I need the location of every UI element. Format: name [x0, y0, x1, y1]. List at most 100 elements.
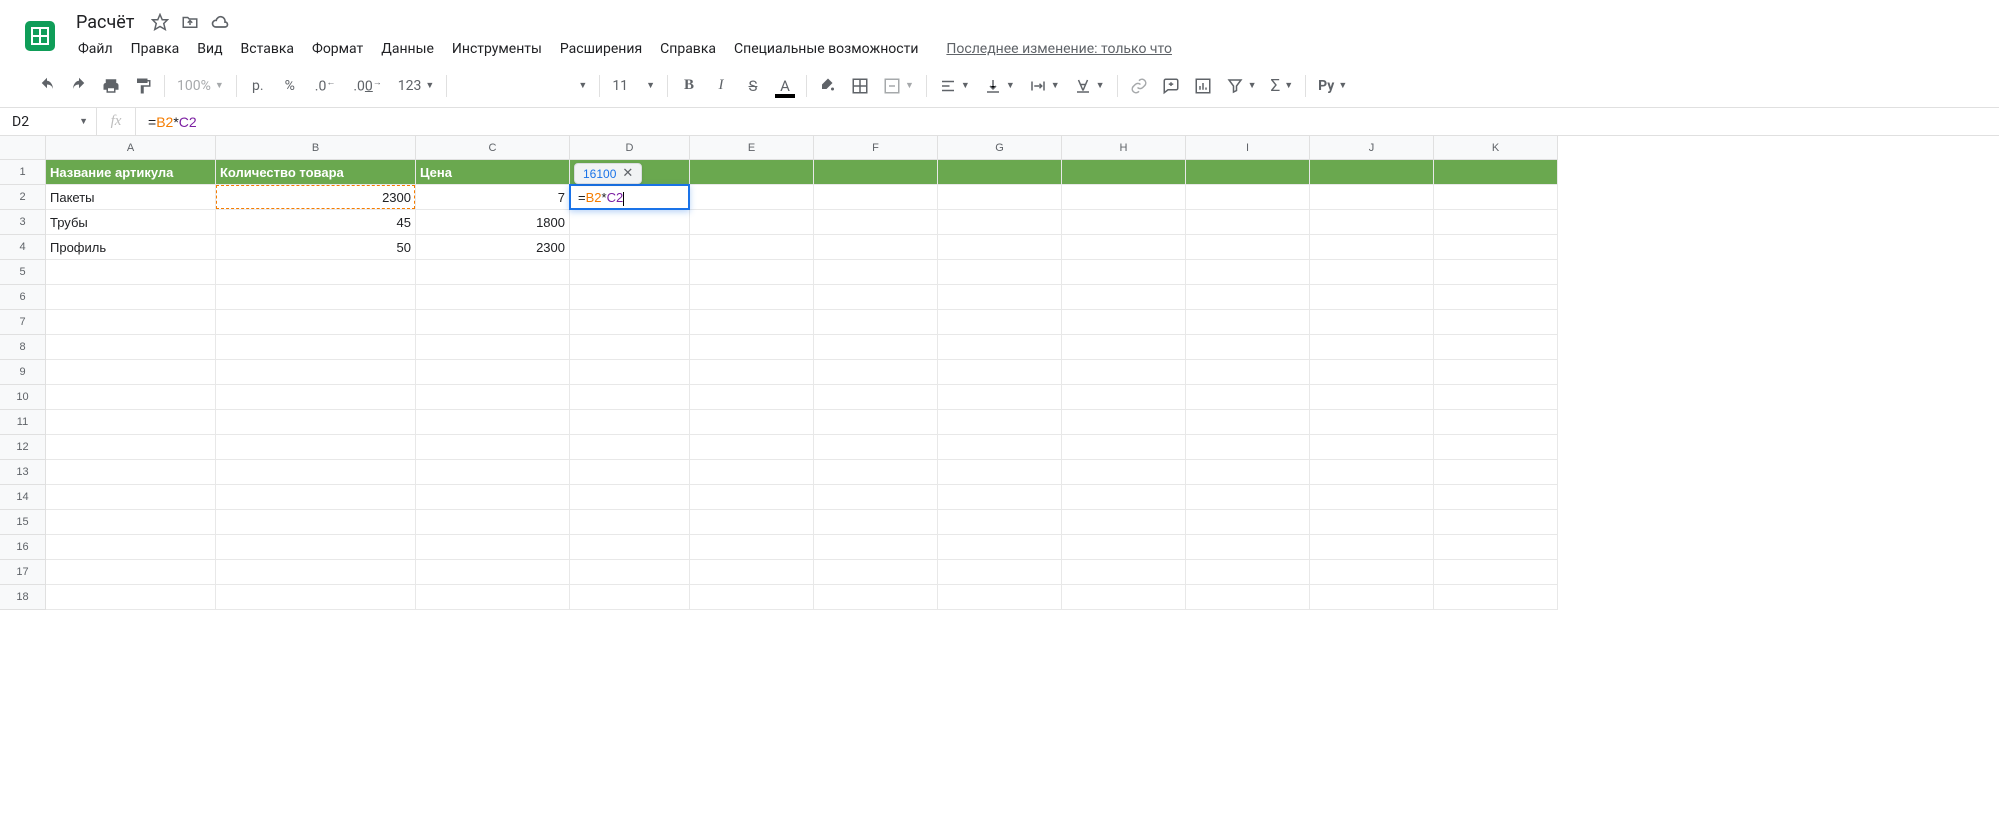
cell[interactable]	[1062, 335, 1186, 360]
cell[interactable]	[1310, 585, 1434, 610]
cell[interactable]	[1310, 160, 1434, 185]
insert-link-button[interactable]	[1124, 71, 1154, 101]
cell[interactable]	[570, 435, 690, 460]
cell[interactable]	[416, 260, 570, 285]
cell[interactable]	[1310, 235, 1434, 260]
cell[interactable]	[216, 435, 416, 460]
cell[interactable]: Название артикула	[46, 160, 216, 185]
text-rotation-dropdown[interactable]: ▼	[1068, 71, 1111, 101]
cell[interactable]	[1062, 510, 1186, 535]
cell[interactable]	[938, 235, 1062, 260]
currency-button[interactable]: р.	[243, 71, 273, 101]
cell[interactable]	[216, 510, 416, 535]
menu-edit[interactable]: Правка	[123, 37, 188, 61]
cell[interactable]	[1186, 335, 1310, 360]
row-header[interactable]: 1	[0, 160, 46, 185]
cell[interactable]	[216, 585, 416, 610]
cell[interactable]	[1062, 260, 1186, 285]
horizontal-align-dropdown[interactable]: ▼	[933, 71, 976, 101]
cell[interactable]	[1434, 210, 1558, 235]
cell[interactable]	[1186, 185, 1310, 210]
cell[interactable]	[216, 260, 416, 285]
cell[interactable]	[1062, 185, 1186, 210]
insert-comment-button[interactable]	[1156, 71, 1186, 101]
cell[interactable]	[216, 385, 416, 410]
decrease-decimal-button[interactable]: .0←	[307, 71, 344, 101]
cell[interactable]: Количество товара	[216, 160, 416, 185]
cell[interactable]	[46, 585, 216, 610]
spreadsheet-grid[interactable]: ABCDEFGHIJK1Название артикулаКоличество …	[0, 136, 1999, 610]
cell[interactable]	[1434, 435, 1558, 460]
cell[interactable]	[1434, 410, 1558, 435]
cell[interactable]	[1434, 285, 1558, 310]
text-color-button[interactable]: A	[770, 71, 800, 101]
insert-chart-button[interactable]	[1188, 71, 1218, 101]
cell[interactable]	[1310, 560, 1434, 585]
menu-help[interactable]: Справка	[652, 37, 724, 61]
column-header[interactable]: H	[1062, 136, 1186, 160]
cell[interactable]	[690, 560, 814, 585]
cell[interactable]	[938, 185, 1062, 210]
cell[interactable]	[814, 535, 938, 560]
cell[interactable]	[1186, 485, 1310, 510]
cell[interactable]	[938, 260, 1062, 285]
cell[interactable]	[814, 485, 938, 510]
cell[interactable]	[570, 560, 690, 585]
increase-decimal-button[interactable]: .00→	[345, 71, 389, 101]
cell[interactable]	[814, 335, 938, 360]
cell[interactable]	[1434, 360, 1558, 385]
italic-button[interactable]: I	[706, 71, 736, 101]
cell[interactable]	[814, 235, 938, 260]
cell[interactable]	[690, 535, 814, 560]
cell[interactable]	[814, 260, 938, 285]
cell[interactable]	[1186, 385, 1310, 410]
cell[interactable]	[1434, 485, 1558, 510]
row-header[interactable]: 11	[0, 410, 46, 435]
row-header[interactable]: 13	[0, 460, 46, 485]
cell[interactable]	[1062, 485, 1186, 510]
cell[interactable]	[1186, 560, 1310, 585]
cell[interactable]	[690, 285, 814, 310]
cell[interactable]	[814, 585, 938, 610]
row-header[interactable]: 16	[0, 535, 46, 560]
borders-button[interactable]	[845, 71, 875, 101]
row-header[interactable]: 7	[0, 310, 46, 335]
cell[interactable]	[570, 260, 690, 285]
cell[interactable]: 2300	[416, 235, 570, 260]
column-header[interactable]: B	[216, 136, 416, 160]
cell[interactable]	[938, 360, 1062, 385]
cell[interactable]	[938, 585, 1062, 610]
cell[interactable]	[1186, 210, 1310, 235]
cell[interactable]	[1062, 235, 1186, 260]
cell[interactable]	[416, 285, 570, 310]
formula-input[interactable]: =B2*C2	[136, 114, 1999, 130]
cell[interactable]	[938, 335, 1062, 360]
cell[interactable]	[814, 185, 938, 210]
cell[interactable]	[1186, 585, 1310, 610]
cell[interactable]	[1062, 160, 1186, 185]
cell[interactable]: 50	[216, 235, 416, 260]
cell[interactable]	[690, 160, 814, 185]
cell[interactable]	[570, 335, 690, 360]
cell[interactable]	[938, 385, 1062, 410]
cell[interactable]	[690, 235, 814, 260]
move-icon[interactable]	[180, 12, 200, 32]
cell[interactable]	[46, 385, 216, 410]
cell[interactable]	[570, 485, 690, 510]
cell[interactable]	[1186, 235, 1310, 260]
cell[interactable]	[1434, 335, 1558, 360]
cell[interactable]	[814, 410, 938, 435]
cell[interactable]	[416, 360, 570, 385]
cell[interactable]	[814, 210, 938, 235]
cell[interactable]	[1434, 560, 1558, 585]
functions-dropdown[interactable]: Σ▼	[1265, 71, 1300, 101]
cell[interactable]	[1062, 410, 1186, 435]
apps-script-dropdown[interactable]: Py▼	[1312, 71, 1353, 101]
cell[interactable]	[216, 335, 416, 360]
column-header[interactable]: K	[1434, 136, 1558, 160]
cell[interactable]	[416, 385, 570, 410]
cell[interactable]	[1062, 210, 1186, 235]
cell[interactable]	[416, 560, 570, 585]
cell[interactable]: 45	[216, 210, 416, 235]
cell[interactable]	[1186, 285, 1310, 310]
